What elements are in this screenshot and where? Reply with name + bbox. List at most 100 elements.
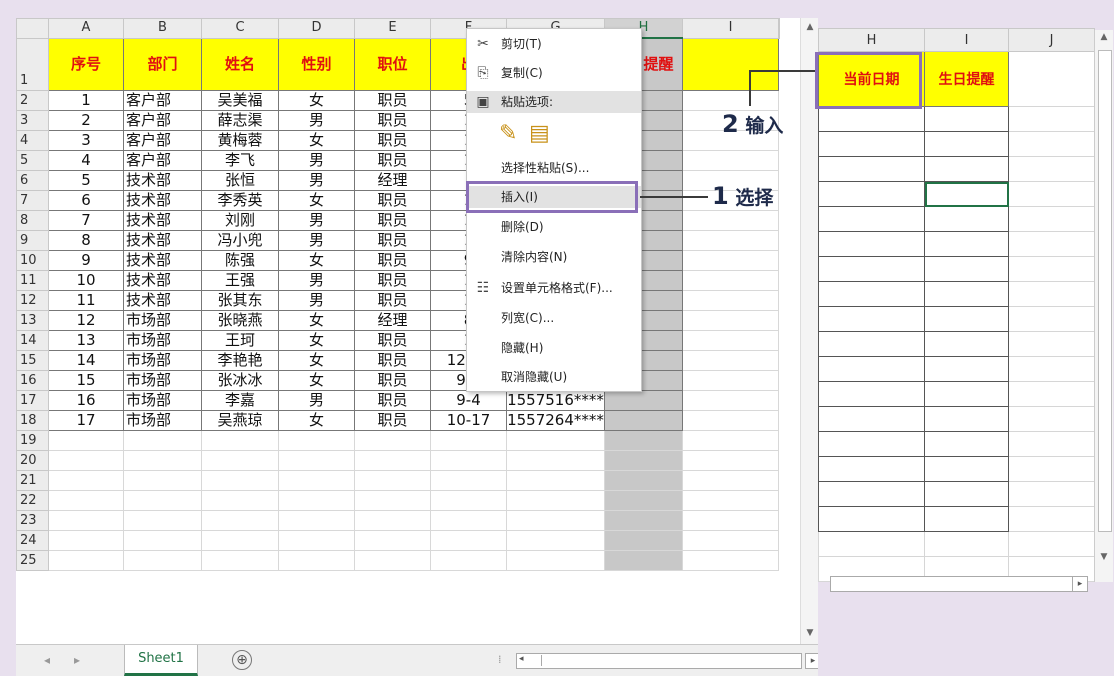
- grid-cell[interactable]: 10-17: [430, 410, 507, 431]
- row-header[interactable]: 19: [16, 430, 49, 451]
- grid-cell[interactable]: [1008, 331, 1095, 357]
- right-horizontal-scrollbar[interactable]: ▸: [830, 576, 1088, 592]
- grid-cell[interactable]: 7: [48, 210, 124, 231]
- grid-cell[interactable]: [1008, 131, 1095, 157]
- grid-cell[interactable]: [201, 550, 279, 571]
- grid-cell[interactable]: [1008, 531, 1095, 557]
- scroll-up-icon[interactable]: ▲: [803, 20, 817, 34]
- paste-format-icon[interactable]: ✎: [499, 121, 521, 147]
- grid-cell[interactable]: [506, 510, 605, 531]
- grid-cell[interactable]: [430, 450, 507, 471]
- right-column-header-h[interactable]: H: [818, 28, 925, 52]
- grid-cell[interactable]: [924, 531, 1009, 557]
- grid-cell[interactable]: 市场部: [123, 350, 202, 371]
- grid-cell[interactable]: 经理: [354, 310, 431, 331]
- grid-cell[interactable]: 职员: [354, 250, 431, 271]
- grid-cell[interactable]: [818, 331, 925, 357]
- grid-cell[interactable]: 男: [278, 110, 355, 131]
- grid-cell[interactable]: 男: [278, 270, 355, 291]
- grid-cell[interactable]: [682, 230, 779, 251]
- grid-cell[interactable]: [48, 450, 124, 471]
- scroll-left-icon[interactable]: ◂: [519, 654, 524, 664]
- grid-cell[interactable]: [123, 450, 202, 471]
- grid-cell[interactable]: 李艳艳: [201, 350, 279, 371]
- grid-cell[interactable]: [278, 510, 355, 531]
- grid-cell[interactable]: [682, 150, 779, 171]
- grid-cell[interactable]: [818, 206, 925, 232]
- grid-cell[interactable]: [354, 490, 431, 511]
- grid-cell[interactable]: 2: [48, 110, 124, 131]
- grid-cell[interactable]: 职员: [354, 130, 431, 151]
- grid-cell[interactable]: [682, 37, 779, 91]
- row-header[interactable]: 20: [16, 450, 49, 471]
- grid-cell[interactable]: [1008, 506, 1095, 532]
- grid-cell[interactable]: [1008, 106, 1095, 132]
- header-cell[interactable]: 姓名: [201, 37, 279, 91]
- grid-cell[interactable]: 李秀英: [201, 190, 279, 211]
- row-header[interactable]: 13: [16, 310, 49, 331]
- grid-cell[interactable]: [1008, 51, 1095, 107]
- column-header-a[interactable]: A: [48, 18, 124, 39]
- horizontal-scrollbar[interactable]: ◂ ▸: [516, 653, 818, 669]
- grid-cell[interactable]: [430, 490, 507, 511]
- grid-cell[interactable]: [924, 206, 1009, 232]
- grid-cell[interactable]: [1008, 206, 1095, 232]
- grid-cell[interactable]: 陈强: [201, 250, 279, 271]
- grid-cell[interactable]: [924, 331, 1009, 357]
- tab-prev-icon[interactable]: ◂: [44, 653, 50, 667]
- grid-cell[interactable]: 10: [48, 270, 124, 291]
- grid-cell[interactable]: 男: [278, 390, 355, 411]
- grid-cell[interactable]: 客户部: [123, 150, 202, 171]
- grid-cell[interactable]: [682, 270, 779, 291]
- grid-cell[interactable]: [354, 470, 431, 491]
- menu-item-format-cells[interactable]: ☷ 设置单元格格式(F)...: [467, 277, 641, 299]
- grid-cell[interactable]: [818, 256, 925, 282]
- grid-cell[interactable]: 女: [278, 90, 355, 111]
- grid-cell[interactable]: [924, 456, 1009, 482]
- grid-cell[interactable]: [201, 490, 279, 511]
- column-header-e[interactable]: E: [354, 18, 431, 39]
- grid-cell[interactable]: [354, 510, 431, 531]
- grid-cell[interactable]: [818, 281, 925, 307]
- grid-cell[interactable]: [506, 470, 605, 491]
- grid-cell[interactable]: [924, 406, 1009, 432]
- right-scroll-right-icon[interactable]: ▸: [1072, 577, 1087, 591]
- grid-cell[interactable]: 客户部: [123, 90, 202, 111]
- grid-cell[interactable]: [48, 530, 124, 551]
- grid-cell[interactable]: 冯小兜: [201, 230, 279, 251]
- grid-cell[interactable]: [123, 430, 202, 451]
- grid-cell[interactable]: 职员: [354, 330, 431, 351]
- grid-cell[interactable]: 技术部: [123, 190, 202, 211]
- grid-cell[interactable]: 职员: [354, 270, 431, 291]
- grid-cell[interactable]: [278, 470, 355, 491]
- right-scroll-down-icon[interactable]: ▼: [1097, 552, 1111, 562]
- scroll-thumb[interactable]: [529, 655, 542, 666]
- grid-cell[interactable]: [1008, 456, 1095, 482]
- grid-cell[interactable]: [682, 450, 779, 471]
- row-header[interactable]: 17: [16, 390, 49, 411]
- grid-cell[interactable]: 黄梅蓉: [201, 130, 279, 151]
- grid-cell[interactable]: [201, 450, 279, 471]
- grid-cell[interactable]: [682, 470, 779, 491]
- grid-cell[interactable]: [506, 430, 605, 451]
- grid-cell[interactable]: 女: [278, 310, 355, 331]
- grid-cell[interactable]: 1557516****: [506, 390, 605, 411]
- grid-cell[interactable]: [682, 330, 779, 351]
- grid-cell-h[interactable]: [604, 390, 683, 411]
- scroll-down-icon[interactable]: ▼: [803, 626, 817, 640]
- grid-cell[interactable]: 张晓燕: [201, 310, 279, 331]
- grid-cell[interactable]: 吴美福: [201, 90, 279, 111]
- grid-cell[interactable]: 女: [278, 410, 355, 431]
- grid-cell[interactable]: [354, 530, 431, 551]
- row-header[interactable]: 16: [16, 370, 49, 391]
- grid-cell[interactable]: 职员: [354, 370, 431, 391]
- grid-cell[interactable]: [682, 290, 779, 311]
- menu-item-clear-contents[interactable]: 清除内容(N): [467, 246, 641, 268]
- grid-cell[interactable]: 职员: [354, 390, 431, 411]
- grid-cell[interactable]: [1008, 381, 1095, 407]
- grid-cell[interactable]: 女: [278, 190, 355, 211]
- row-header[interactable]: 1: [16, 37, 49, 91]
- grid-cell[interactable]: 16: [48, 390, 124, 411]
- grid-cell[interactable]: 15: [48, 370, 124, 391]
- grid-cell[interactable]: 王珂: [201, 330, 279, 351]
